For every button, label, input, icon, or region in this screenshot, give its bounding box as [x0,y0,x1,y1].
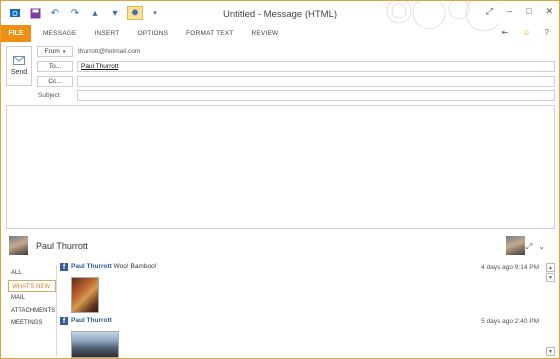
people-pane-controls: ⤢ ⌄ [526,242,545,252]
title-bar: O ↶ ↷ ▴ ▾ ✸ ▾ Untitled - Message (HTML) … [1,1,559,31]
tab-message[interactable]: MESSAGE [43,30,77,37]
recipient-chip[interactable]: Paul Thurrott [81,63,118,70]
tab-file[interactable]: FILE [1,25,31,42]
subject-label: Subject [38,92,60,99]
list-item: f Paul Thurrott 5 days ago 2:40 PM [59,316,539,331]
nav-divider [56,265,57,357]
maximize-icon[interactable]: □ [526,6,531,17]
post-author[interactable]: Paul Thurrott [71,263,112,270]
ribbon-right-controls: ⇤ ☺ ? [502,28,549,37]
send-label: Send [10,69,28,76]
minimize-icon[interactable]: – [507,6,512,17]
nav-mail[interactable]: MAIL [8,292,56,305]
photo-thumbnail[interactable] [71,331,119,358]
contact-name[interactable]: Paul Thurrott [36,241,88,251]
to-button[interactable]: To... [37,61,73,72]
pin-ribbon-icon[interactable]: ⇤ [502,28,509,37]
facebook-icon: f [60,263,68,271]
close-icon[interactable]: ✕ [545,6,553,17]
tab-format-text[interactable]: FORMAT TEXT [186,30,233,37]
chevron-down-icon: ▾ [62,48,66,55]
post-message: Woo! Bamboo! [113,263,157,270]
nav-attachments[interactable]: ATTACHMENTS [8,305,56,318]
avatar-secondary[interactable] [506,236,525,255]
scroll-down-icon[interactable]: ▼ [546,273,555,282]
restore-icon[interactable]: ⤢ [486,6,493,17]
from-address: thurrott@hotmail.com [78,48,141,55]
send-button[interactable]: Send [6,46,32,86]
tab-options[interactable]: OPTIONS [137,30,168,37]
window-title: Untitled - Message (HTML) [222,9,338,20]
nav-all[interactable]: ALL [8,267,56,280]
nav-whats-new[interactable]: WHAT'S NEW [8,279,56,292]
expand-icon[interactable]: ⤢ [526,242,532,252]
photo-thumbnail[interactable] [71,277,99,313]
activity-feed: f Paul Thurrott Woo! Bamboo! 4 days ago … [59,262,539,358]
post-timestamp: 4 days ago 9:14 PM [481,264,539,271]
post-author[interactable]: Paul Thurrott [71,317,112,324]
send-envelope-icon [13,56,25,65]
post-timestamp: 5 days ago 2:40 PM [481,318,539,325]
cc-field[interactable] [77,76,555,87]
feed-scrollbar[interactable]: ▲ ▼ ▼ [546,263,555,357]
ribbon-tabs: FILE MESSAGE INSERT OPTIONS FORMAT TEXT … [1,25,559,42]
smiley-feedback-icon[interactable]: ☺ [522,28,530,37]
list-item: f Paul Thurrott Woo! Bamboo! 4 days ago … [59,262,539,277]
window-controls: ⤢ – □ ✕ [486,6,553,17]
from-label: From [44,48,60,55]
to-field[interactable]: Paul Thurrott [77,61,555,72]
scroll-up-icon[interactable]: ▲ [546,263,555,272]
message-body[interactable] [6,105,555,229]
from-button[interactable]: From ▾ [37,46,73,57]
subject-field[interactable] [77,90,555,101]
help-icon[interactable]: ? [545,28,549,37]
cc-button[interactable]: Cc... [37,76,73,87]
tab-insert[interactable]: INSERT [95,30,120,37]
people-pane-nav: ALL WHAT'S NEW MAIL ATTACHMENTS MEETINGS [8,267,56,330]
chevron-down-icon[interactable]: ⌄ [538,242,545,252]
message-window: O ↶ ↷ ▴ ▾ ✸ ▾ Untitled - Message (HTML) … [0,0,560,359]
people-pane-header: Paul Thurrott ⤢ ⌄ [9,236,553,256]
tab-review[interactable]: REVIEW [251,30,278,37]
scroll-more-icon[interactable]: ▼ [546,347,555,356]
facebook-icon: f [60,317,68,325]
avatar[interactable] [9,236,28,255]
nav-meetings[interactable]: MEETINGS [8,317,56,330]
